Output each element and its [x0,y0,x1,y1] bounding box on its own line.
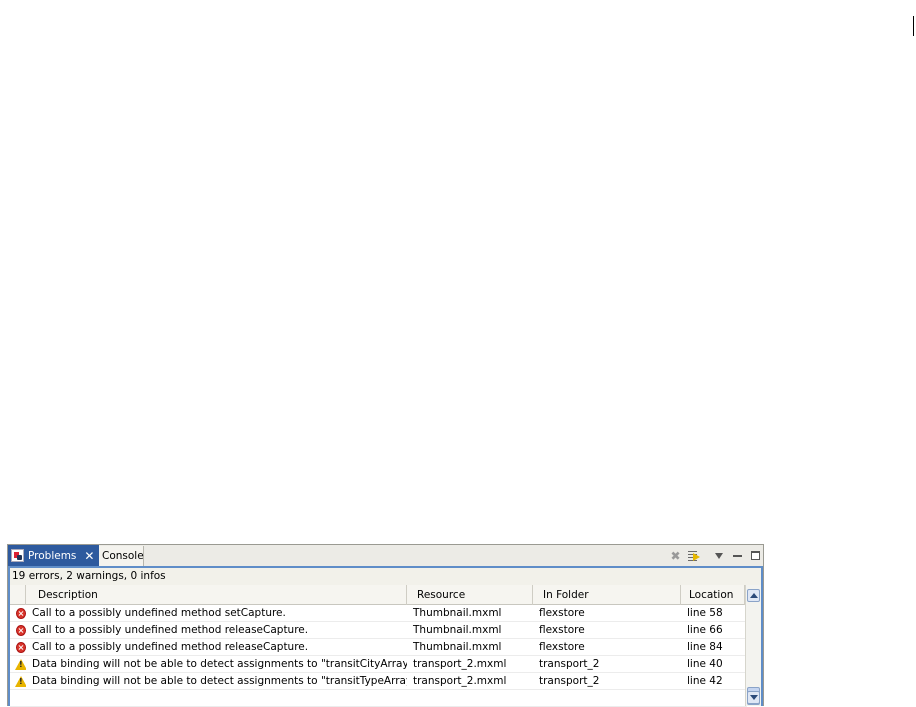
scroll-up-button[interactable] [747,589,760,602]
problems-view: Problems ✕ Console ✖ 19 errors, 2 warnin… [7,544,764,707]
row-resource: Thumbnail.mxml [413,641,502,653]
maximize-icon[interactable] [748,548,763,563]
delete-x-icon[interactable]: ✖ [668,548,683,563]
problems-summary: 19 errors, 2 warnings, 0 infos [10,568,761,586]
table-row[interactable]: × Call to a possibly undefined method re… [10,639,747,656]
tab-problems[interactable]: Problems ✕ [8,545,99,566]
view-tab-bar: Problems ✕ Console ✖ [8,545,763,566]
row-description: Call to a possibly undefined method rele… [32,624,309,636]
table-row[interactable]: Data binding will not be able to detect … [10,673,747,690]
row-description: Data binding will not be able to detect … [32,675,407,687]
row-folder: flexstore [539,641,585,653]
row-resource: transport_2.mxml [413,675,507,687]
tab-problems-label: Problems [28,549,77,562]
warning-icon [15,675,26,687]
column-header-in-folder[interactable]: In Folder [533,585,681,605]
error-icon: × [16,624,26,636]
row-folder: transport_2 [539,658,600,670]
table-row[interactable]: Data binding will not be able to detect … [10,656,747,673]
tab-console[interactable]: Console [99,546,144,566]
window-edge-line [913,16,914,36]
chevron-up-icon [749,593,758,598]
scroll-down-button[interactable] [747,691,760,704]
error-icon: × [16,641,26,653]
row-folder: flexstore [539,624,585,636]
row-folder: flexstore [539,607,585,619]
column-header-description[interactable]: Description [26,585,407,605]
table-row[interactable]: × Call to a possibly undefined method re… [10,622,747,639]
tab-console-label: Console [102,550,144,562]
vertical-scrollbar[interactable] [745,585,761,706]
table-row[interactable]: × Call to a possibly undefined method se… [10,605,747,622]
table-row-empty [10,690,747,707]
filter-icon[interactable] [687,548,702,563]
minimize-icon[interactable] [730,548,745,563]
view-menu-icon[interactable] [711,548,726,563]
chevron-down-icon [749,695,758,700]
column-header-resource[interactable]: Resource [407,585,533,605]
row-location: line 40 [687,658,723,670]
row-folder: transport_2 [539,675,600,687]
row-description: Call to a possibly undefined method setC… [32,607,286,619]
row-location: line 84 [687,641,723,653]
row-resource: Thumbnail.mxml [413,607,502,619]
row-description: Call to a possibly undefined method rele… [32,641,309,653]
problems-icon [11,549,24,562]
row-location: line 66 [687,624,723,636]
warning-icon [15,658,26,670]
error-icon: × [16,607,26,619]
row-description: Data binding will not be able to detect … [32,658,407,670]
row-resource: Thumbnail.mxml [413,624,502,636]
row-location: line 58 [687,607,723,619]
row-location: line 42 [687,675,723,687]
problems-content: 19 errors, 2 warnings, 0 infos Descripti… [8,566,763,707]
close-icon[interactable]: ✕ [84,550,94,562]
column-header-location[interactable]: Location [681,585,745,605]
problems-table: Description Resource In Folder Location … [10,585,747,707]
row-resource: transport_2.mxml [413,658,507,670]
table-header: Description Resource In Folder Location [10,585,747,605]
column-header-severity[interactable] [10,585,26,605]
